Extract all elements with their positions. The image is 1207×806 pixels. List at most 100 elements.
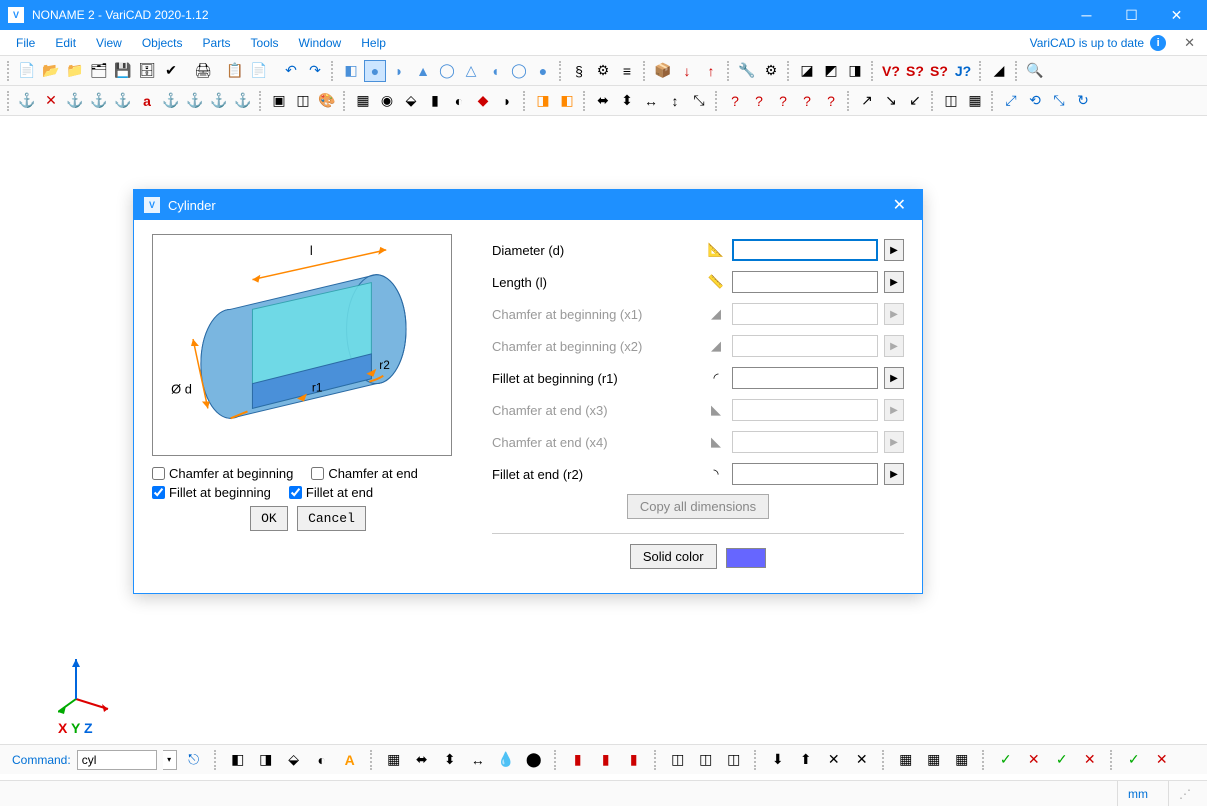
bottom-tool-17-icon[interactable]: ⬇ xyxy=(767,749,789,771)
shaded-icon[interactable]: ◫ xyxy=(292,90,314,112)
workspace[interactable]: X Y Z V Cylinder ✕ xyxy=(0,116,1207,744)
command-input[interactable] xyxy=(77,750,157,770)
box-icon[interactable]: ◧ xyxy=(340,60,362,82)
bottom-tool-18-icon[interactable]: ⬆ xyxy=(795,749,817,771)
anchor-3-icon[interactable]: ⚓ xyxy=(88,90,110,112)
bottom-tool-5-icon[interactable]: ▦ xyxy=(383,749,405,771)
r1-input[interactable] xyxy=(732,367,878,389)
query-5-icon[interactable]: ? xyxy=(820,90,842,112)
bottom-tool-10-icon[interactable]: ⬤ xyxy=(523,749,545,771)
bottom-tool-13-icon[interactable]: ▮ xyxy=(623,749,645,771)
tool-b-icon[interactable]: ⚙ xyxy=(760,60,782,82)
open-recent-icon[interactable]: 📁 xyxy=(64,60,86,82)
bottom-tool-27-icon[interactable]: ✕ xyxy=(1079,749,1101,771)
bottom-tool-7-icon[interactable]: ⬍ xyxy=(439,749,461,771)
r1-more-button[interactable]: ▶ xyxy=(884,367,904,389)
anchor-7-icon[interactable]: ⚓ xyxy=(208,90,230,112)
menu-objects[interactable]: Objects xyxy=(132,33,193,53)
chamfer-begin-checkbox[interactable]: Chamfer at beginning xyxy=(152,466,293,481)
bottom-tool-12-icon[interactable]: ▮ xyxy=(595,749,617,771)
bottom-tool-28-icon[interactable]: ✓ xyxy=(1123,749,1145,771)
text-a-icon[interactable]: a xyxy=(136,90,158,112)
gear-icon[interactable]: ⚙ xyxy=(592,60,614,82)
bottom-tool-a-icon[interactable]: A xyxy=(339,749,361,771)
bottom-tool-15-icon[interactable]: ◫ xyxy=(695,749,717,771)
color-swatch[interactable] xyxy=(726,548,766,568)
arrow-down-icon[interactable]: ↓ xyxy=(676,60,698,82)
cone-icon[interactable]: ▲ xyxy=(412,60,434,82)
solid-color-button[interactable]: Solid color xyxy=(630,544,717,569)
arrow-up-icon[interactable]: ↑ xyxy=(700,60,722,82)
loft-icon[interactable]: ▮ xyxy=(424,90,446,112)
help-s2-icon[interactable]: S? xyxy=(928,60,950,82)
query-4-icon[interactable]: ? xyxy=(796,90,818,112)
ok-button[interactable]: OK xyxy=(250,506,288,531)
align-5-icon[interactable]: ⤡ xyxy=(688,90,710,112)
save-all-icon[interactable]: 🗄 xyxy=(136,60,158,82)
copy-icon[interactable]: 📋 xyxy=(224,60,246,82)
torus-icon[interactable]: ◯ xyxy=(508,60,530,82)
tool-a-icon[interactable]: 🔧 xyxy=(736,60,758,82)
bottom-tool-6-icon[interactable]: ⬌ xyxy=(411,749,433,771)
bottom-tool-1-icon[interactable]: ◧ xyxy=(227,749,249,771)
query-3-icon[interactable]: ? xyxy=(772,90,794,112)
length-more-button[interactable]: ▶ xyxy=(884,271,904,293)
bottom-tool-16-icon[interactable]: ◫ xyxy=(723,749,745,771)
transform-3-icon[interactable]: ⤡ xyxy=(1048,90,1070,112)
revolve-icon[interactable]: ◉ xyxy=(376,90,398,112)
bottom-tool-29-icon[interactable]: ✕ xyxy=(1151,749,1173,771)
cone-frustum-icon[interactable]: ◗ xyxy=(388,60,410,82)
bottom-tool-9-icon[interactable]: 💧 xyxy=(495,749,517,771)
menu-parts[interactable]: Parts xyxy=(193,33,241,53)
measure-2-icon[interactable]: ↘ xyxy=(880,90,902,112)
transform-4-icon[interactable]: ↻ xyxy=(1072,90,1094,112)
new-icon[interactable]: 📄 xyxy=(16,60,38,82)
extrude-icon[interactable]: ▦ xyxy=(352,90,374,112)
dismiss-update-icon[interactable]: ✕ xyxy=(1184,35,1195,51)
sweep-icon[interactable]: ⬙ xyxy=(400,90,422,112)
palette-icon[interactable]: 🎨 xyxy=(316,90,338,112)
undo-icon[interactable]: ↶ xyxy=(280,60,302,82)
open-folder-icon[interactable]: 🗂 xyxy=(88,60,110,82)
shell-icon[interactable]: ◐ xyxy=(448,90,470,112)
paste-icon[interactable]: 📄 xyxy=(248,60,270,82)
elbow-icon[interactable]: ◖ xyxy=(484,60,506,82)
bottom-tool-21-icon[interactable]: ▦ xyxy=(895,749,917,771)
bottom-tool-22-icon[interactable]: ▦ xyxy=(923,749,945,771)
query-1-icon[interactable]: ? xyxy=(724,90,746,112)
bottom-tool-11-icon[interactable]: ▮ xyxy=(567,749,589,771)
part-a-icon[interactable]: ◪ xyxy=(796,60,818,82)
fillet3d-icon[interactable]: ◗ xyxy=(496,90,518,112)
diameter-more-button[interactable]: ▶ xyxy=(884,239,904,261)
pyramid-icon[interactable]: △ xyxy=(460,60,482,82)
transform-1-icon[interactable]: ⤢ xyxy=(1000,90,1022,112)
menu-window[interactable]: Window xyxy=(289,33,352,53)
part-c-icon[interactable]: ◨ xyxy=(844,60,866,82)
transform-2-icon[interactable]: ⟲ xyxy=(1024,90,1046,112)
bottom-tool-8-icon[interactable]: ↔ xyxy=(467,749,489,771)
bottom-tool-26-icon[interactable]: ✓ xyxy=(1051,749,1073,771)
bottom-tool-19-icon[interactable]: ✕ xyxy=(823,749,845,771)
menu-file[interactable]: File xyxy=(6,33,45,53)
thread-icon[interactable]: ≡ xyxy=(616,60,638,82)
menu-help[interactable]: Help xyxy=(351,33,396,53)
anchor-5-icon[interactable]: ⚓ xyxy=(160,90,182,112)
info-icon[interactable]: i xyxy=(1150,35,1166,51)
cylinder-icon[interactable]: ● xyxy=(364,60,386,82)
bottom-tool-23-icon[interactable]: ▦ xyxy=(951,749,973,771)
move-1-icon[interactable]: ◨ xyxy=(532,90,554,112)
anchor-4-icon[interactable]: ⚓ xyxy=(112,90,134,112)
check-icon[interactable]: ✔ xyxy=(160,60,182,82)
menu-tools[interactable]: Tools xyxy=(241,33,289,53)
align-1-icon[interactable]: ⬌ xyxy=(592,90,614,112)
anchor-1-icon[interactable]: ⚓ xyxy=(16,90,38,112)
anchor-2-icon[interactable]: ⚓ xyxy=(64,90,86,112)
command-run-icon[interactable]: ⎋ xyxy=(183,749,205,771)
move-2-icon[interactable]: ◧ xyxy=(556,90,578,112)
diameter-input[interactable] xyxy=(732,239,878,261)
print-icon[interactable]: 🖨 xyxy=(192,60,214,82)
zoom-icon[interactable]: 🔍 xyxy=(1024,60,1046,82)
pipe-icon[interactable]: ◯ xyxy=(436,60,458,82)
length-input[interactable] xyxy=(732,271,878,293)
copy-dimensions-button[interactable]: Copy all dimensions xyxy=(627,494,769,519)
